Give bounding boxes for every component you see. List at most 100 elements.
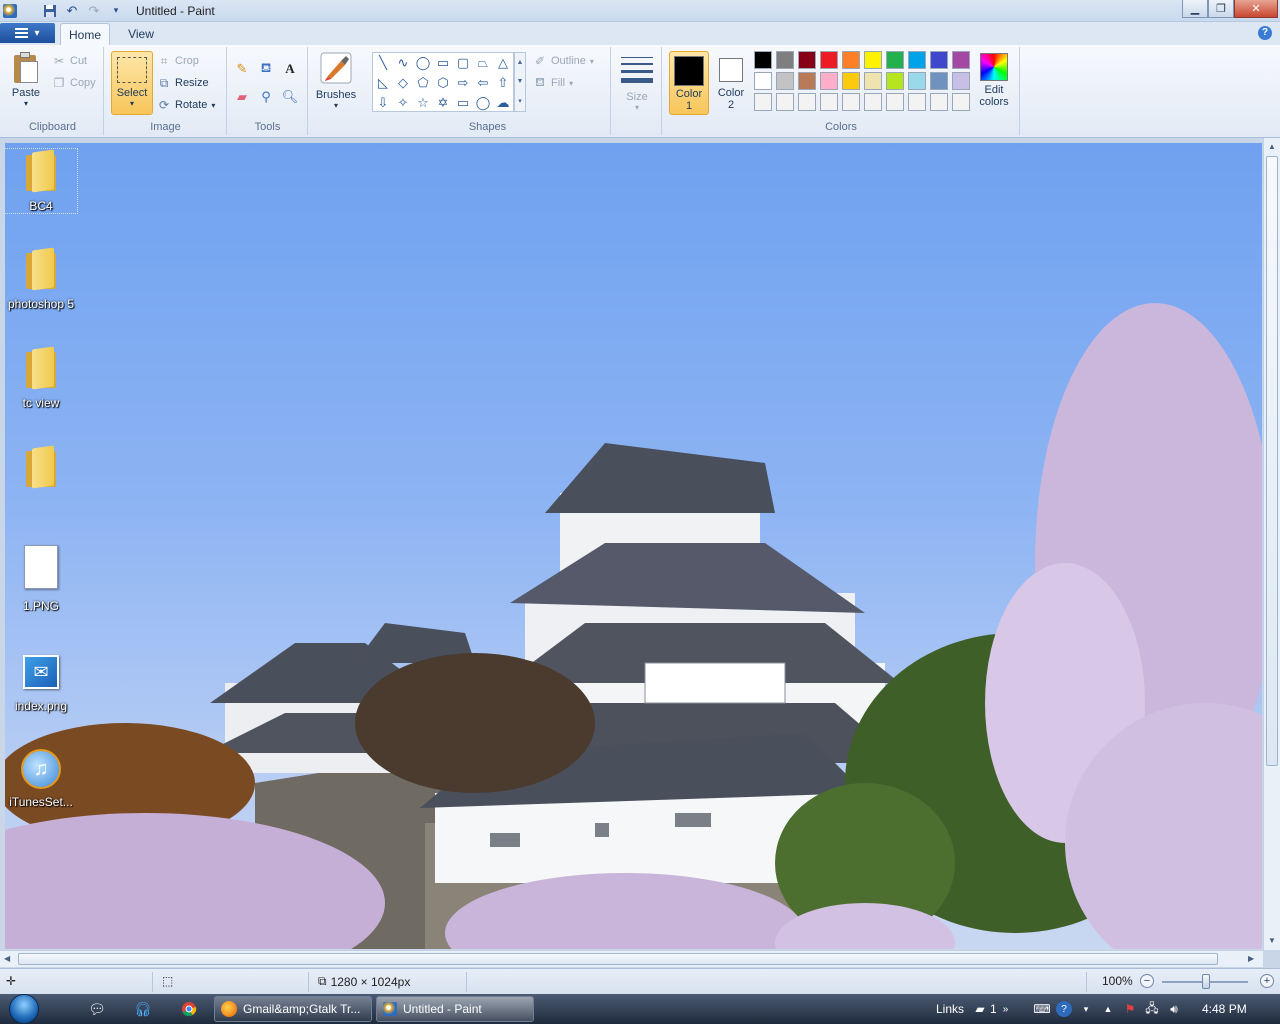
palette-swatch[interactable] <box>886 93 904 111</box>
fill-button[interactable]: ⛾ Fill ▾ <box>533 75 573 90</box>
scroll-up-arrow-icon[interactable]: ▲ <box>1268 142 1276 151</box>
paint-app-icon[interactable] <box>2 3 18 19</box>
polygon-shape-icon[interactable]: ⏢ <box>473 53 493 73</box>
maximize-button[interactable]: ❐ <box>1208 0 1234 18</box>
undo-icon[interactable]: ↶ <box>64 3 80 19</box>
zoom-slider-thumb[interactable] <box>1202 974 1210 989</box>
headset-icon[interactable]: 🎧︎ <box>132 999 154 1019</box>
magnifier-icon[interactable]: 🔍︎ <box>280 87 300 107</box>
pencil-icon[interactable]: ✎ <box>232 59 252 79</box>
desktop-icon-photoshop-5[interactable]: photoshop 5 <box>5 247 77 311</box>
palette-swatch[interactable] <box>820 93 838 111</box>
palette-swatch[interactable] <box>864 51 882 69</box>
cut-button[interactable]: ✂ Cut <box>52 54 87 68</box>
palette-swatch[interactable] <box>776 93 794 111</box>
scroll-down-arrow-icon[interactable]: ▼ <box>1268 936 1276 945</box>
customize-qat-icon[interactable]: ▾ <box>108 3 124 19</box>
scroll-left-arrow-icon[interactable]: ◀ <box>4 954 10 963</box>
palette-swatch[interactable] <box>952 72 970 90</box>
horizontal-scroll-thumb[interactable] <box>18 953 1218 965</box>
palette-swatch[interactable] <box>886 51 904 69</box>
palette-swatch[interactable] <box>930 72 948 90</box>
taskbar-button-paint[interactable]: Untitled - Paint <box>376 996 534 1022</box>
color1-button[interactable]: Color 1 <box>669 51 709 115</box>
color-picker-icon[interactable]: ⚲ <box>256 87 276 107</box>
outline-button[interactable]: ✐ Outline ▾ <box>533 54 594 68</box>
palette-swatch[interactable] <box>776 72 794 90</box>
network-icon[interactable]: 🖧︎ <box>1144 1001 1160 1017</box>
help-icon[interactable]: ? <box>1258 26 1272 40</box>
tab-view[interactable]: View <box>116 23 166 45</box>
edit-colors-button[interactable]: Edit colors <box>973 51 1015 115</box>
chat-bubble-icon[interactable]: 💬︎ <box>86 999 108 1019</box>
paste-button[interactable]: Paste ▾ <box>8 51 44 108</box>
right-triangle-shape-icon[interactable]: ◺ <box>373 73 393 93</box>
six-point-star-shape-icon[interactable]: ✡ <box>433 93 453 113</box>
minimize-button[interactable]: ▁ <box>1182 0 1208 18</box>
palette-swatch[interactable] <box>930 93 948 111</box>
vertical-scroll-thumb[interactable] <box>1266 156 1278 766</box>
palette-swatch[interactable] <box>798 72 816 90</box>
text-tool-icon[interactable]: A <box>280 59 300 79</box>
cloud-callout-shape-icon[interactable]: ☁ <box>493 93 513 113</box>
palette-swatch[interactable] <box>908 51 926 69</box>
pentagon-shape-icon[interactable]: ⬠ <box>413 73 433 93</box>
scroll-right-arrow-icon[interactable]: ▶ <box>1248 954 1254 963</box>
desktop-icon-1-png[interactable]: 1.PNG <box>5 545 77 613</box>
resize-button[interactable]: ⧉ Resize <box>157 76 209 90</box>
desktop-icon-folder[interactable] <box>5 445 77 495</box>
desktop-icon-itunes-setup[interactable]: ♫ iTunesSet... <box>5 749 77 809</box>
fill-bucket-icon[interactable]: ⛾ <box>256 59 276 79</box>
show-hidden-icons-icon[interactable]: ▲ <box>1100 1001 1116 1017</box>
chrome-icon[interactable] <box>178 999 200 1019</box>
curve-shape-icon[interactable]: ∿ <box>393 53 413 73</box>
drawing-canvas[interactable]: BC4 photoshop 5 tc view 1.PNG ✉ index.pn… <box>5 143 1262 949</box>
zoom-out-button[interactable]: − <box>1140 974 1154 988</box>
vertical-scrollbar[interactable]: ▲ ▼ <box>1263 138 1280 950</box>
desktop-icon-bc4[interactable]: BC4 <box>5 148 78 214</box>
close-button[interactable]: ✕ <box>1234 0 1278 18</box>
tab-home[interactable]: Home <box>60 23 110 45</box>
up-arrow-shape-icon[interactable]: ⇧ <box>493 73 513 93</box>
clock[interactable]: 4:48 PM <box>1202 1002 1247 1016</box>
taskbar-button-gmail[interactable]: Gmail&amp;Gtalk Tr... <box>214 996 372 1022</box>
palette-swatch[interactable] <box>930 51 948 69</box>
diamond-shape-icon[interactable]: ◇ <box>393 73 413 93</box>
palette-swatch[interactable] <box>842 72 860 90</box>
shapes-gallery-scroller[interactable]: ▲ ▼ ▾ <box>514 52 526 112</box>
action-center-flag-icon[interactable]: ⚑ <box>1122 1001 1138 1017</box>
palette-swatch[interactable] <box>754 93 772 111</box>
palette-swatch[interactable] <box>864 93 882 111</box>
save-icon[interactable] <box>42 3 58 19</box>
palette-swatch[interactable] <box>798 51 816 69</box>
triangle-shape-icon[interactable]: △ <box>493 53 513 73</box>
paint-menu-button[interactable]: ▾ <box>0 23 55 43</box>
palette-swatch[interactable] <box>952 51 970 69</box>
palette-swatch[interactable] <box>754 51 772 69</box>
tray-options-icon[interactable]: ▾ <box>1078 1001 1094 1017</box>
palette-swatch[interactable] <box>952 93 970 111</box>
horizontal-scrollbar[interactable]: ◀ ▶ <box>0 950 1263 967</box>
redo-icon[interactable]: ↷ <box>86 3 102 19</box>
down-arrow-shape-icon[interactable]: ⇩ <box>373 93 393 113</box>
links-toolbar[interactable]: Links ▰ 1 » <box>936 994 1008 1024</box>
rectangle-shape-icon[interactable]: ▭ <box>433 53 453 73</box>
palette-swatch[interactable] <box>776 51 794 69</box>
copy-button[interactable]: ❐ Copy <box>52 76 96 90</box>
rounded-callout-shape-icon[interactable]: ▭ <box>453 93 473 113</box>
palette-swatch[interactable] <box>842 51 860 69</box>
hexagon-shape-icon[interactable]: ⬡ <box>433 73 453 93</box>
rotate-button[interactable]: ⟳ Rotate ▾ <box>157 98 215 112</box>
palette-swatch[interactable] <box>820 72 838 90</box>
left-arrow-shape-icon[interactable]: ⇦ <box>473 73 493 93</box>
select-button[interactable]: Select ▾ <box>111 51 153 115</box>
four-point-star-shape-icon[interactable]: ✧ <box>393 93 413 113</box>
help-tray-icon[interactable]: ? <box>1056 1001 1072 1017</box>
keyboard-icon[interactable]: ⌨ <box>1033 1001 1050 1017</box>
palette-swatch[interactable] <box>886 72 904 90</box>
palette-swatch[interactable] <box>842 93 860 111</box>
start-button[interactable] <box>4 994 44 1024</box>
palette-swatch[interactable] <box>908 93 926 111</box>
desktop-icon-index-png[interactable]: ✉ index.png <box>5 655 77 713</box>
palette-swatch[interactable] <box>908 72 926 90</box>
